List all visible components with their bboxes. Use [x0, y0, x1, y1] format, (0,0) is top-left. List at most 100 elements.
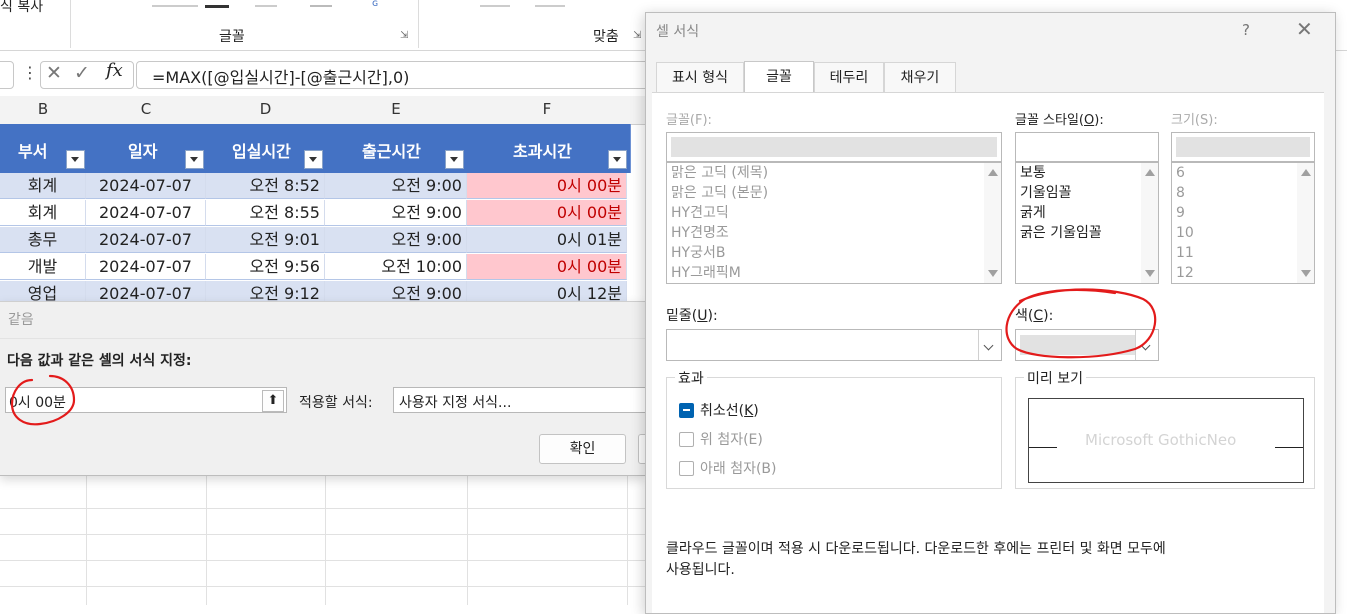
table-cell-dept[interactable]: 회계: [0, 173, 86, 199]
scroll-down-icon[interactable]: [1145, 270, 1155, 277]
table-cell-date[interactable]: 2024-07-07: [86, 173, 206, 199]
column-header-e[interactable]: E: [325, 100, 467, 118]
subscript-label[interactable]: 아래 첨자(B): [700, 458, 777, 478]
table-cell-start[interactable]: 오전 9:00: [325, 200, 467, 226]
font-color-stub[interactable]: ɢ: [372, 0, 378, 9]
font-style-input[interactable]: [1015, 132, 1159, 162]
filter-dropdown-icon[interactable]: [185, 150, 204, 169]
enter-icon[interactable]: ✓: [74, 62, 90, 84]
font-style-list[interactable]: 보통 기울임꼴 굵게 굵은 기울임꼴: [1015, 162, 1159, 284]
column-header-d[interactable]: D: [206, 100, 325, 118]
tab-number[interactable]: 표시 형식: [656, 62, 744, 92]
font-list-scrollbar[interactable]: [984, 163, 1001, 283]
table-cell-over[interactable]: 0시 01분: [467, 227, 627, 253]
name-box[interactable]: [0, 61, 14, 89]
chevron-down-icon[interactable]: [1135, 330, 1158, 360]
table-cell-start[interactable]: 오전 10:00: [325, 254, 467, 280]
tab-fill[interactable]: 채우기: [884, 62, 956, 92]
size-input[interactable]: [1171, 132, 1315, 162]
size-list-item[interactable]: 11: [1176, 243, 1194, 263]
size-list-item[interactable]: 9: [1176, 203, 1185, 223]
size-list-scrollbar[interactable]: [1297, 163, 1314, 283]
scroll-down-icon[interactable]: [988, 270, 998, 277]
font-style-scrollbar[interactable]: [1141, 163, 1158, 283]
table-header-date[interactable]: 일자: [86, 124, 207, 173]
size-list[interactable]: 6 8 9 10 11 12: [1171, 162, 1315, 284]
table-cell-dept[interactable]: 개발: [0, 254, 86, 280]
cancel-icon[interactable]: ✕: [46, 62, 62, 84]
font-list[interactable]: 맑은 고딕 (제목) 맑은 고딕 (본문) HY견고딕 HY견명조 HY궁서B …: [666, 162, 1002, 284]
value-input[interactable]: 0시 00분 ⬆: [5, 387, 287, 413]
size-list-item[interactable]: 6: [1176, 163, 1185, 183]
font-list-item[interactable]: 맑은 고딕 (본문): [671, 183, 768, 203]
format-select[interactable]: 사용자 지정 서식...: [393, 387, 653, 413]
font-input[interactable]: [666, 132, 1002, 162]
column-header-b[interactable]: B: [0, 100, 86, 118]
scroll-down-icon[interactable]: [1301, 270, 1311, 277]
ok-button[interactable]: 확인: [539, 434, 626, 464]
strikethrough-label[interactable]: 취소선(K): [700, 400, 759, 420]
font-style-item[interactable]: 굵게: [1020, 203, 1046, 223]
table-cell-date[interactable]: 2024-07-07: [86, 227, 206, 253]
font-list-item[interactable]: 맑은 고딕 (제목): [671, 163, 768, 183]
tab-border[interactable]: 테두리: [814, 62, 884, 92]
table-cell-date[interactable]: 2024-07-07: [86, 254, 206, 280]
scroll-up-icon[interactable]: [1145, 169, 1155, 176]
superscript-label[interactable]: 위 첨자(E): [700, 429, 763, 449]
font-style-item[interactable]: 기울임꼴: [1020, 183, 1072, 203]
insert-function-icon[interactable]: fx: [106, 60, 123, 81]
font-style-item[interactable]: 보통: [1020, 163, 1046, 183]
size-list-item[interactable]: 8: [1176, 183, 1185, 203]
table-cell-entry[interactable]: 오전 8:55: [206, 200, 325, 226]
size-list-item[interactable]: 12: [1176, 263, 1194, 283]
underline-select[interactable]: [666, 329, 1002, 361]
table-cell-over[interactable]: 0시 00분: [467, 173, 627, 199]
table-header-dept[interactable]: 부서: [0, 124, 87, 173]
color-picker[interactable]: [1015, 329, 1159, 361]
alignment-dialog-launcher-icon[interactable]: ⇲: [633, 30, 641, 41]
table-cell-start[interactable]: 오전 9:00: [325, 227, 467, 253]
table-cell-entry[interactable]: 오전 8:52: [206, 173, 325, 199]
help-icon[interactable]: ?: [1242, 21, 1250, 39]
filter-dropdown-icon[interactable]: [66, 150, 85, 169]
font-list-item[interactable]: HY궁서B: [671, 243, 725, 263]
table-cell-start[interactable]: 오전 9:00: [325, 173, 467, 199]
table-header-start[interactable]: 출근시간: [325, 124, 468, 173]
strikethrough-checkbox[interactable]: [679, 403, 694, 418]
more-options-icon[interactable]: ⋮: [22, 63, 38, 82]
scroll-up-icon[interactable]: [1301, 169, 1311, 176]
border-control-stub[interactable]: [255, 0, 277, 7]
table-cell-over[interactable]: 0시 00분: [467, 200, 627, 226]
font-list-item[interactable]: HY그래픽M: [671, 263, 741, 283]
table-header-overtime[interactable]: 초과시간: [467, 124, 631, 173]
table-cell-entry[interactable]: 오전 9:01: [206, 227, 325, 253]
column-header-f[interactable]: F: [467, 100, 627, 118]
underline-control-stub[interactable]: [205, 0, 229, 8]
tab-font[interactable]: 글꼴: [744, 61, 814, 92]
filter-dropdown-icon[interactable]: [445, 150, 464, 169]
subscript-checkbox[interactable]: [679, 461, 694, 476]
filter-dropdown-icon[interactable]: [608, 150, 627, 169]
superscript-checkbox[interactable]: [679, 432, 694, 447]
table-cell-over[interactable]: 0시 00분: [467, 254, 627, 280]
table-cell-date[interactable]: 2024-07-07: [86, 200, 206, 226]
close-icon[interactable]: ✕: [1296, 17, 1313, 41]
table-cell-dept[interactable]: 회계: [0, 200, 86, 226]
fill-color-stub[interactable]: [310, 0, 332, 7]
table-cell-dept[interactable]: 총무: [0, 227, 86, 253]
align-control-stub[interactable]: [480, 0, 510, 7]
size-list-item[interactable]: 10: [1176, 223, 1194, 243]
column-header-c[interactable]: C: [86, 100, 206, 118]
format-painter-label[interactable]: 식 복사: [0, 0, 43, 16]
font-list-item[interactable]: HY견고딕: [671, 203, 729, 223]
font-list-item[interactable]: HY견명조: [671, 223, 729, 243]
collapse-dialog-icon[interactable]: ⬆: [262, 390, 284, 412]
font-control-stub[interactable]: [152, 0, 198, 7]
filter-dropdown-icon[interactable]: [304, 150, 323, 169]
chevron-down-icon[interactable]: [978, 330, 1001, 360]
font-style-item[interactable]: 굵은 기울임꼴: [1020, 223, 1102, 243]
align-control-stub[interactable]: [535, 0, 565, 7]
table-header-entry[interactable]: 입실시간: [206, 124, 326, 173]
table-cell-entry[interactable]: 오전 9:56: [206, 254, 325, 280]
font-dialog-launcher-icon[interactable]: ⇲: [400, 30, 408, 41]
